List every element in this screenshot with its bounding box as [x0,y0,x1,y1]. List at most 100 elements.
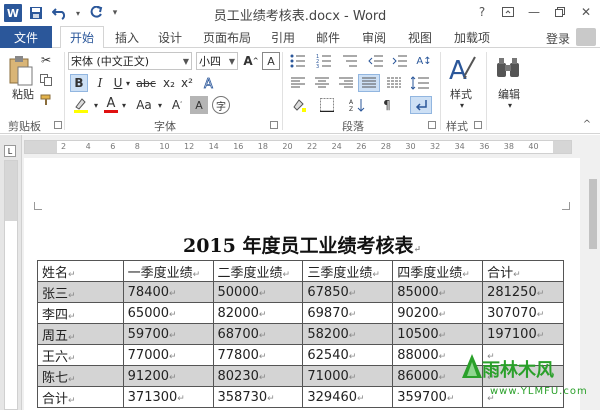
table-cell[interactable]: 62540↵ [302,344,394,366]
table-header-cell[interactable]: 一季度业绩↵ [122,260,214,282]
table-header-cell[interactable]: 姓名↵ [37,260,124,282]
horizontal-ruler[interactable]: 2 4 6 8 10 12 14 16 18 20 22 24 26 28 30 32 34 36 38 40 [24,140,572,154]
cut-icon[interactable]: ✂ [38,52,54,68]
table-cell[interactable]: 371300↵ [122,386,214,408]
paragraph-launcher-icon[interactable] [428,121,436,129]
tab-home[interactable]: 开始 [60,26,104,49]
decrease-indent-icon[interactable] [366,52,386,70]
help-icon[interactable]: ? [470,2,494,22]
change-case-button[interactable]: Aa [132,96,156,114]
table-cell[interactable]: 80230↵ [212,365,304,387]
bold-button[interactable]: B [70,74,88,92]
shading-icon[interactable] [288,96,310,114]
tab-selector-icon[interactable]: L [4,145,16,157]
subscript-button[interactable]: x₂ [160,74,178,92]
justify-icon[interactable] [358,74,380,92]
tab-mailings[interactable]: 邮件 [308,26,348,48]
avatar[interactable] [576,28,596,46]
table-cell[interactable]: 张三↵ [37,281,124,303]
styles-icon[interactable]: A [446,52,478,86]
tab-insert[interactable]: 插入 [108,26,146,48]
copy-icon[interactable] [38,72,54,88]
table-cell[interactable]: 71000↵ [302,365,394,387]
chinese-layout-icon[interactable]: A↕ [414,52,434,70]
font-color-button[interactable]: A [102,96,120,114]
character-shading-icon[interactable]: A [190,96,208,114]
phonetic-guide-icon[interactable]: Aʹ [168,96,186,114]
ribbon-display-icon[interactable] [496,2,520,22]
tab-review[interactable]: 审阅 [354,26,394,48]
font-launcher-icon[interactable] [270,121,278,129]
table-cell[interactable]: 329460↵ [302,386,394,408]
paste-button[interactable]: 粘贴 [12,86,34,102]
table-cell[interactable]: 281250↵ [482,281,564,303]
clear-formatting-icon[interactable]: A [262,52,280,70]
show-formatting-icon[interactable]: ¶ [376,96,398,114]
collapse-ribbon-icon[interactable]: ^ [580,118,594,130]
table-cell[interactable]: 69870↵ [302,302,394,324]
align-center-icon[interactable] [312,74,332,92]
table-cell[interactable]: 82000↵ [212,302,304,324]
table-cell[interactable]: 陈七↵ [37,365,124,387]
format-painter-icon[interactable] [38,92,54,108]
align-left-icon[interactable] [288,74,308,92]
paste-icon[interactable] [6,54,36,88]
align-right-icon[interactable] [336,74,356,92]
table-cell[interactable]: 58200↵ [302,323,394,345]
editing-dropdown-icon[interactable]: ▾ [502,100,518,110]
table-cell[interactable]: 王六↵ [37,344,124,366]
close-icon[interactable]: ✕ [574,2,598,22]
underline-dropdown-icon[interactable]: ▾ [124,74,132,92]
scrollbar-thumb[interactable] [589,179,597,249]
grow-font-icon[interactable]: A ^ [242,52,260,70]
vertical-ruler[interactable] [4,160,18,410]
styles-launcher-icon[interactable] [474,121,482,129]
table-cell[interactable]: 197100↵ [482,323,564,345]
bullets-icon[interactable] [288,52,308,70]
tab-addins[interactable]: 加载项 [446,26,498,48]
font-size-select[interactable]: 小四 ▼ [196,52,238,70]
distribute-icon[interactable] [384,74,404,92]
numbering-icon[interactable]: 123 [314,52,334,70]
table-cell[interactable]: 307070↵ [482,302,564,324]
sort-icon[interactable]: AZ [346,96,370,114]
document-heading[interactable]: 2015 年度员工业绩考核表↵ [24,231,580,258]
strikethrough-button[interactable]: abc [134,74,158,92]
table-cell[interactable]: 10500↵ [392,323,484,345]
table-cell[interactable]: 358730↵ [212,386,304,408]
table-cell[interactable]: 68700↵ [212,323,304,345]
enclose-characters-icon[interactable]: 字 [212,96,230,114]
multilevel-list-icon[interactable] [340,52,360,70]
italic-button[interactable]: I [92,74,108,92]
highlight-dropdown-icon[interactable]: ▾ [92,96,100,114]
asian-typography-icon[interactable] [410,96,432,114]
binoculars-icon[interactable] [494,54,522,82]
table-header-cell[interactable]: 合计↵ [482,260,564,282]
login-link[interactable]: 登录 [546,30,570,47]
tab-references[interactable]: 引用 [264,26,302,48]
table-cell[interactable]: 合计↵ [37,386,124,408]
table-cell[interactable]: 77800↵ [212,344,304,366]
styles-dropdown-icon[interactable]: ▾ [454,100,470,110]
table-cell[interactable]: 67850↵ [302,281,394,303]
minimize-icon[interactable]: — [522,2,546,22]
table-cell[interactable]: 59700↵ [122,323,214,345]
highlight-icon[interactable] [70,96,92,114]
table-header-cell[interactable]: 三季度业绩↵ [302,260,394,282]
text-effects-icon[interactable]: A [200,74,218,92]
table-header-cell[interactable]: 四季度业绩↵ [392,260,484,282]
table-cell[interactable]: 78400↵ [122,281,214,303]
borders-icon[interactable] [316,96,338,114]
table-header-cell[interactable]: 二季度业绩↵ [212,260,304,282]
font-name-select[interactable]: 宋体 (中文正文) ▼ [68,52,192,70]
increase-indent-icon[interactable] [390,52,410,70]
table-cell[interactable]: 65000↵ [122,302,214,324]
tab-view[interactable]: 视图 [400,26,440,48]
restore-icon[interactable] [548,2,572,22]
table-cell[interactable]: 77000↵ [122,344,214,366]
table-cell[interactable]: 50000↵ [212,281,304,303]
change-case-dropdown-icon[interactable]: ▾ [156,96,164,114]
table-cell[interactable]: 85000↵ [392,281,484,303]
line-spacing-icon[interactable] [408,74,432,92]
font-color-dropdown-icon[interactable]: ▾ [120,96,128,114]
